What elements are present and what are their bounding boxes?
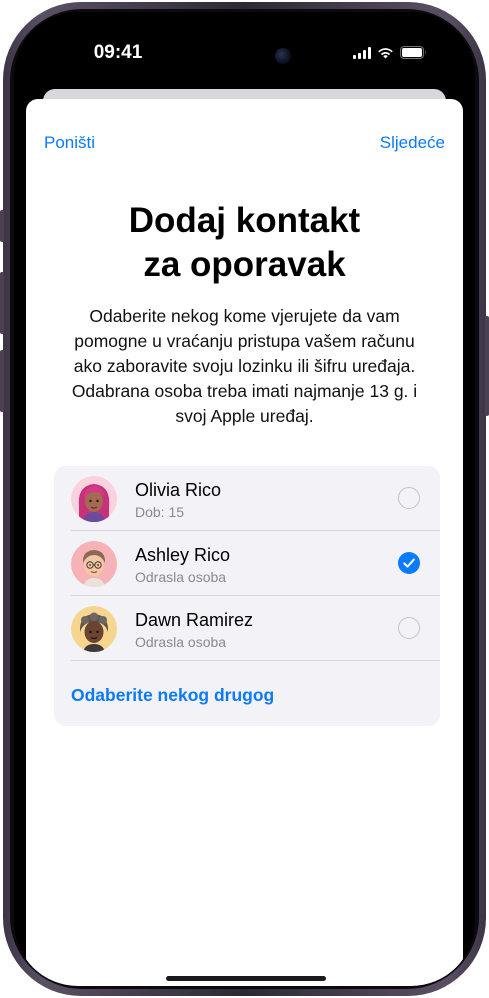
home-indicator[interactable]	[166, 976, 326, 981]
description-line: Odaberite nekog kome vjerujete da vam	[89, 306, 400, 326]
contact-row-dawn[interactable]: Dawn Ramirez Odrasla osoba	[54, 596, 440, 661]
memoji-dawn-icon	[71, 606, 117, 652]
description-line: ako zaboravite svoju lozinku ili šifru u…	[73, 356, 416, 376]
contact-subtitle: Odrasla osoba	[135, 634, 227, 650]
row-divider	[71, 660, 440, 661]
cellular-signal-icon	[353, 46, 371, 59]
memoji-olivia-icon	[71, 476, 117, 522]
contact-subtitle: Odrasla osoba	[135, 569, 227, 585]
wifi-icon	[378, 47, 393, 58]
next-button[interactable]: Sljedeće	[380, 133, 445, 153]
dynamic-island	[173, 38, 303, 74]
title-line-2: za oporavak	[143, 245, 346, 284]
battery-icon	[400, 46, 426, 59]
action-button	[0, 210, 4, 242]
contact-name: Ashley Rico	[135, 545, 231, 565]
volume-down-button	[0, 350, 4, 412]
contact-row-olivia[interactable]: Olivia Rico Dob: 15	[54, 466, 440, 531]
description-line: svoj Apple uređaj.	[175, 406, 314, 426]
contacts-list: Olivia Rico Dob: 15 Ashley Rico Odrasla …	[54, 466, 440, 726]
title-line-1: Dodaj kontakt	[128, 201, 361, 240]
radio-unselected-icon[interactable]	[398, 617, 420, 639]
screen: 09:41 Poništi Sljedeće Dodaj kontakt za …	[14, 12, 475, 986]
recovery-contact-sheet: Poništi Sljedeće Dodaj kontakt za oporav…	[26, 99, 463, 986]
power-button	[485, 316, 489, 416]
status-icons	[353, 46, 427, 59]
contact-name: Dawn Ramirez	[135, 610, 254, 630]
description-line: Odabrana osoba treba imati najmanje 13 g…	[71, 381, 418, 401]
description: Odaberite nekog kome vjerujete da vam po…	[54, 304, 435, 429]
contact-name: Olivia Rico	[135, 480, 222, 500]
choose-someone-else-link[interactable]: Odaberite nekog drugog	[71, 685, 274, 706]
contact-row-ashley[interactable]: Ashley Rico Odrasla osoba	[54, 531, 440, 596]
radio-checked-icon[interactable]	[398, 552, 420, 574]
status-time: 09:41	[93, 42, 143, 63]
contact-subtitle: Dob: 15	[135, 504, 185, 520]
page-title: Dodaj kontakt za oporavak	[26, 199, 463, 287]
radio-unselected-icon[interactable]	[398, 487, 420, 509]
description-line: pomogne u vraćanju pristupa vašem računu	[74, 331, 415, 351]
cancel-button[interactable]: Poništi	[44, 133, 95, 153]
volume-up-button	[0, 272, 4, 334]
memoji-ashley-icon	[71, 541, 117, 587]
front-camera-icon	[275, 48, 291, 64]
